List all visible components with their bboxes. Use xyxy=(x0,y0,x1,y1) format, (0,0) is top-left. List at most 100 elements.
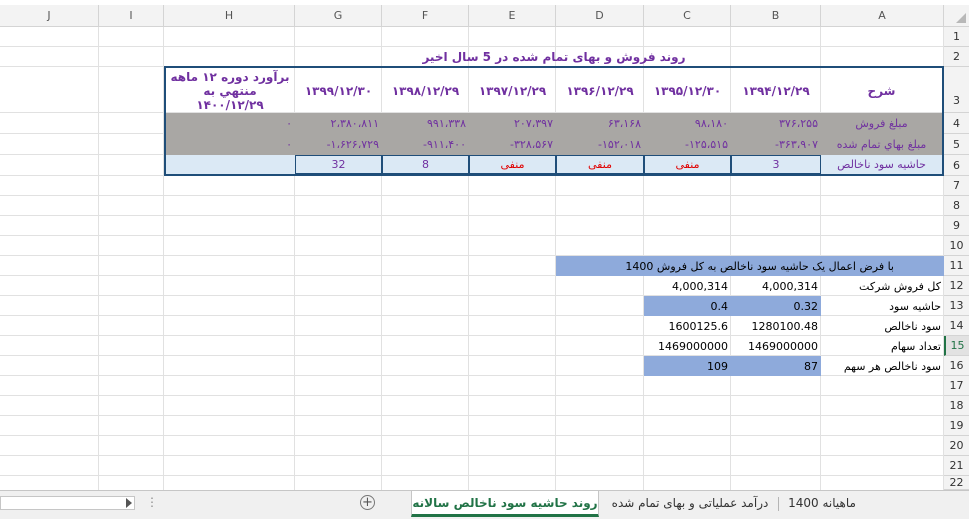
row-header-18[interactable]: 18 xyxy=(944,396,969,416)
sales-cell-d[interactable]: ۶۳،۱۶۸ xyxy=(556,113,644,134)
shares-b[interactable]: 1469000000 xyxy=(731,336,821,356)
column-header-a[interactable]: A xyxy=(821,5,944,27)
cost-cell-f[interactable]: -۹۱۱،۴۰۰ xyxy=(382,134,469,155)
horizontal-scrollbar[interactable] xyxy=(0,496,135,510)
margin-b[interactable]: 0.32 xyxy=(731,296,821,316)
header-cell-d[interactable]: ۱۳۹۶/۱۲/۲۹ xyxy=(556,68,644,113)
row-header-8[interactable]: 8 xyxy=(944,196,969,216)
header-cell-b[interactable]: ۱۳۹۴/۱۲/۲۹ xyxy=(731,68,821,113)
margin-cell-f[interactable]: 8 xyxy=(382,155,469,174)
column-header-g[interactable]: G xyxy=(295,5,382,27)
add-sheet-button[interactable]: + xyxy=(360,495,375,510)
row-header-12[interactable]: 12 xyxy=(944,276,969,296)
table-title[interactable]: روند فروش و بهای تمام شده در 5 سال اخیر xyxy=(164,47,944,67)
margin-cell-e[interactable]: منفی xyxy=(469,155,556,174)
gridline xyxy=(0,195,944,196)
column-header-j[interactable]: J xyxy=(0,5,99,27)
margin-cell-b[interactable]: 3 xyxy=(731,155,821,174)
tab-split-handle-icon[interactable]: ⋮ xyxy=(146,495,158,509)
total-sales-label[interactable]: کل فروش شرکت xyxy=(821,276,944,296)
scroll-right-arrow-icon[interactable] xyxy=(126,498,132,508)
gross-profit-label[interactable]: سود ناخالص xyxy=(821,316,944,336)
tab-monthly-1400[interactable]: ماهیانه 1400 xyxy=(780,491,864,517)
header-cell-a[interactable]: شرح xyxy=(821,68,942,113)
shares-c[interactable]: 1469000000 xyxy=(644,336,731,356)
row-header-7[interactable]: 7 xyxy=(944,176,969,196)
total-sales-b[interactable]: 4,000,314 xyxy=(731,276,821,296)
margin-cell-c[interactable]: منفی xyxy=(644,155,731,174)
sales-cell-g[interactable]: ۲،۳۸۰،۸۱۱ xyxy=(295,113,382,134)
shares-label[interactable]: تعداد سهام xyxy=(821,336,944,356)
header-cell-f[interactable]: ۱۳۹۸/۱۲/۲۹ xyxy=(382,68,469,113)
gridline xyxy=(0,415,944,416)
eps-b[interactable]: 87 xyxy=(731,356,821,376)
cost-cell-d[interactable]: -۱۵۲،۰۱۸ xyxy=(556,134,644,155)
gridline xyxy=(0,435,944,436)
cost-cell-e[interactable]: -۳۲۸،۵۶۷ xyxy=(469,134,556,155)
tab-operating-revenue[interactable]: درآمد عملیاتی و بهای تمام شده xyxy=(604,491,776,517)
tab-separator xyxy=(778,497,779,511)
margin-cell-d[interactable]: منفی xyxy=(556,155,644,174)
select-all-corner[interactable] xyxy=(944,5,969,27)
row-header-20[interactable]: 20 xyxy=(944,436,969,456)
row-header-5[interactable]: 5 xyxy=(944,134,969,155)
cost-cell-b[interactable]: -۳۶۳،۹۰۷ xyxy=(731,134,821,155)
sales-cell-h[interactable]: ۰ xyxy=(166,113,295,134)
cost-cell-h[interactable]: ۰ xyxy=(166,134,295,155)
cost-cell-a[interactable]: مبلغ بهاي تمام شده xyxy=(821,134,942,155)
assumption-title[interactable]: با فرض اعمال یک حاشیه سود ناخالص به کل ف… xyxy=(556,256,944,276)
cost-cell-g[interactable]: -۱،۶۲۶،۷۲۹ xyxy=(295,134,382,155)
row-header-9[interactable]: 9 xyxy=(944,216,969,236)
gross-profit-c[interactable]: 1600125.6 xyxy=(644,316,731,336)
sales-cell-a[interactable]: مبلغ فروش xyxy=(821,113,942,134)
margin-label[interactable]: حاشیه سود xyxy=(821,296,944,316)
gridline xyxy=(98,27,99,490)
column-header-c[interactable]: C xyxy=(644,5,731,27)
row-header-10[interactable]: 10 xyxy=(944,236,969,256)
row-header-2[interactable]: 2 xyxy=(944,47,969,67)
row-header-3[interactable]: 3 xyxy=(944,67,969,113)
sales-cell-f[interactable]: ۹۹۱،۳۳۸ xyxy=(382,113,469,134)
column-header-d[interactable]: D xyxy=(556,5,644,27)
sales-cell-b[interactable]: ۳۷۶،۲۵۵ xyxy=(731,113,821,134)
margin-c[interactable]: 0.4 xyxy=(644,296,731,316)
gross-profit-b[interactable]: 1280100.48 xyxy=(731,316,821,336)
row-header-16[interactable]: 16 xyxy=(944,356,969,376)
row-header-11[interactable]: 11 xyxy=(944,256,969,276)
column-header-e[interactable]: E xyxy=(469,5,556,27)
sheet-tab-bar: ⋮ + روند حاشیه سود ناخالص سالانه درآمد ع… xyxy=(0,490,969,519)
header-cell-e[interactable]: ۱۳۹۷/۱۲/۲۹ xyxy=(469,68,556,113)
margin-cell-g[interactable]: 32 xyxy=(295,155,382,174)
row-header-13[interactable]: 13 xyxy=(944,296,969,316)
header-cell-g[interactable]: ۱۳۹۹/۱۲/۳۰ xyxy=(295,68,382,113)
margin-cell-a[interactable]: حاشیه سود ناخالص xyxy=(821,155,942,174)
row-header-22[interactable]: 22 xyxy=(944,476,969,490)
row-header-14[interactable]: 14 xyxy=(944,316,969,336)
tab-gross-margin-trend[interactable]: روند حاشیه سود ناخالص سالانه xyxy=(411,491,599,517)
row-header-17[interactable]: 17 xyxy=(944,376,969,396)
gridline xyxy=(0,475,944,476)
total-sales-c[interactable]: 4,000,314 xyxy=(644,276,731,296)
column-header-i[interactable]: I xyxy=(99,5,164,27)
cost-cell-c[interactable]: -۱۲۵،۵۱۵ xyxy=(644,134,731,155)
eps-label[interactable]: سود ناخالص هر سهم xyxy=(821,356,944,376)
sales-cell-c[interactable]: ۹۸،۱۸۰ xyxy=(644,113,731,134)
row-header-4[interactable]: 4 xyxy=(944,113,969,134)
column-header-h[interactable]: H xyxy=(164,5,295,27)
row-header-1[interactable]: 1 xyxy=(944,27,969,47)
row-header-6[interactable]: 6 xyxy=(944,155,969,176)
column-header-b[interactable]: B xyxy=(731,5,821,27)
margin-cell-h[interactable] xyxy=(166,155,295,174)
row-header-15[interactable]: 15 xyxy=(944,336,969,356)
gridline xyxy=(0,455,944,456)
column-header-f[interactable]: F xyxy=(382,5,469,27)
eps-c[interactable]: 109 xyxy=(644,356,731,376)
row-header-19[interactable]: 19 xyxy=(944,416,969,436)
header-cell-c[interactable]: ۱۳۹۵/۱۲/۳۰ xyxy=(644,68,731,113)
gridline xyxy=(0,395,944,396)
gridline xyxy=(0,215,944,216)
row-header-21[interactable]: 21 xyxy=(944,456,969,476)
header-cell-h[interactable]: برآورد دوره ۱۲ ماهه منتهي به ۱۴۰۰/۱۲/۲۹ xyxy=(166,68,294,113)
sales-cell-e[interactable]: ۲۰۷،۳۹۷ xyxy=(469,113,556,134)
select-all-triangle-icon xyxy=(956,13,966,23)
